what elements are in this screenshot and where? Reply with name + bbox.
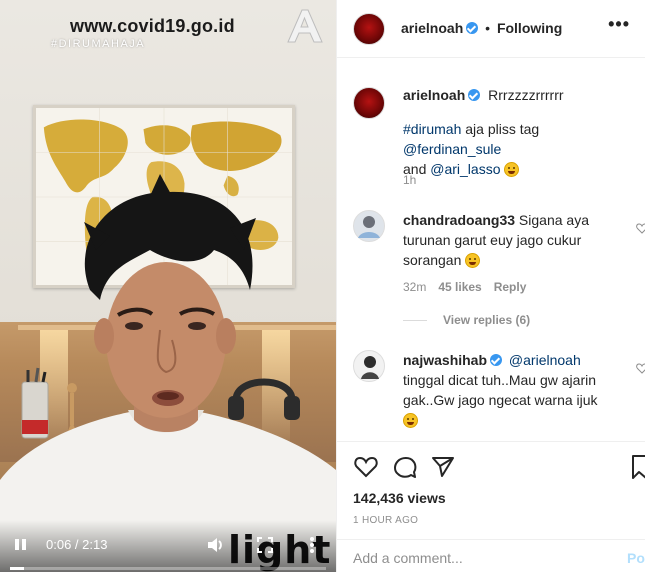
- video-player[interactable]: www.covid19.go.id #DIRUMAHAJA light 0:06…: [0, 0, 336, 572]
- post-timestamp: 1 HOUR AGO: [353, 515, 419, 526]
- caption-hashtag-link[interactable]: #dirumah: [403, 121, 461, 137]
- comment-item: chandradoang33 Sigana aya turunan garut …: [353, 210, 645, 335]
- comment-username[interactable]: chandradoang33: [403, 212, 515, 228]
- comment-time: 32m: [403, 280, 427, 294]
- comment-line: Sigana aya: [518, 212, 589, 228]
- post-actions: 142,436 views 1 HOUR AGO Post: [337, 441, 645, 572]
- view-count[interactable]: 142,436 views: [353, 490, 446, 506]
- watermark-hashtag: #DIRUMAHAJA: [51, 38, 146, 50]
- add-comment-bar: Post: [337, 539, 645, 572]
- video-progress-bar[interactable]: [10, 567, 326, 570]
- emoji-laugh-icon: [504, 162, 520, 177]
- reply-button[interactable]: Reply: [494, 280, 527, 294]
- post-comment-button[interactable]: Post: [627, 550, 645, 566]
- avatar[interactable]: [353, 210, 385, 242]
- comment-bubble-icon[interactable]: [392, 454, 418, 480]
- comment-likes[interactable]: 45 likes: [438, 280, 481, 294]
- more-options-icon[interactable]: •••: [608, 14, 630, 35]
- save-bookmark-icon[interactable]: [632, 454, 645, 480]
- channel-logo-icon: [287, 9, 323, 43]
- comment-line: gak..Gw jago ngecat warna ijuk: [403, 392, 598, 408]
- watermark-url: www.covid19.go.id: [70, 16, 235, 36]
- share-direct-icon[interactable]: [430, 454, 456, 480]
- comment-item: najwashihab @arielnoah tinggal dicat tuh…: [353, 350, 645, 430]
- comments-list: arielnoah Rrrzzzzrrrrrr #dirumah aja pli…: [337, 59, 645, 441]
- avatar[interactable]: [353, 350, 385, 382]
- post-header: arielnoah • Following •••: [337, 0, 645, 58]
- caption-body-text: aja pliss tag: [461, 121, 540, 137]
- video-controls: 0:06 / 2:13: [0, 520, 336, 572]
- caption-time: 1h: [403, 173, 417, 187]
- header-separator: •: [485, 20, 491, 36]
- comment-input[interactable]: [353, 550, 603, 566]
- caption-first-line: Rrrzzzzrrrrrr: [488, 87, 564, 103]
- mention-link[interactable]: @ferdinan_sule: [403, 141, 501, 157]
- like-heart-icon[interactable]: [353, 454, 379, 480]
- comment-username[interactable]: najwashihab: [403, 352, 487, 368]
- volume-icon[interactable]: [206, 535, 226, 555]
- verified-badge-icon: [466, 22, 479, 34]
- avatar[interactable]: [353, 13, 385, 45]
- person-figure: [0, 0, 336, 572]
- comment-meta: 32m 45 likes Reply: [403, 280, 538, 294]
- view-replies-label: View replies (6): [443, 313, 531, 327]
- mention-link[interactable]: @ari_lasso: [430, 161, 500, 177]
- emoji-laugh-icon: [465, 253, 481, 268]
- instagram-post: www.covid19.go.id #DIRUMAHAJA light 0:06…: [0, 0, 645, 572]
- like-heart-icon[interactable]: [636, 363, 645, 374]
- header-user-line: arielnoah • Following: [401, 20, 562, 36]
- verified-badge-icon: [468, 89, 481, 101]
- caption-body: #dirumah aja pliss tag @ferdinan_sule an…: [403, 119, 633, 179]
- comment-line: tinggal dicat tuh..Mau gw ajarin: [403, 372, 596, 388]
- replies-divider: [403, 320, 427, 322]
- caption-text: arielnoah Rrrzzzzrrrrrr #dirumah aja pli…: [403, 85, 633, 179]
- more-vertical-icon[interactable]: [305, 535, 319, 555]
- pause-icon[interactable]: [14, 537, 28, 553]
- post-side-panel: arielnoah • Following ••• arielnoah Rrrz…: [336, 0, 645, 572]
- comment-line: sorangan: [403, 252, 462, 268]
- comment-text: chandradoang33 Sigana aya turunan garut …: [403, 210, 633, 270]
- following-button[interactable]: Following: [497, 20, 562, 36]
- caption-item: arielnoah Rrrzzzzrrrrrr #dirumah aja pli…: [353, 85, 643, 195]
- verified-badge-icon: [490, 354, 503, 366]
- comment-line: turunan garut euy jago cukur: [403, 232, 582, 248]
- like-heart-icon[interactable]: [636, 223, 645, 234]
- mention-link[interactable]: @arielnoah: [509, 352, 581, 368]
- view-replies-button[interactable]: View replies (6): [403, 313, 530, 327]
- comment-text: najwashihab @arielnoah tinggal dicat tuh…: [403, 350, 633, 430]
- caption-username[interactable]: arielnoah: [403, 87, 465, 103]
- emoji-grin-icon: [403, 413, 418, 428]
- avatar[interactable]: [353, 87, 385, 119]
- fullscreen-icon[interactable]: [256, 536, 274, 554]
- video-time: 0:06 / 2:13: [46, 537, 108, 552]
- video-progress-fill: [10, 567, 25, 570]
- header-username[interactable]: arielnoah: [401, 20, 463, 36]
